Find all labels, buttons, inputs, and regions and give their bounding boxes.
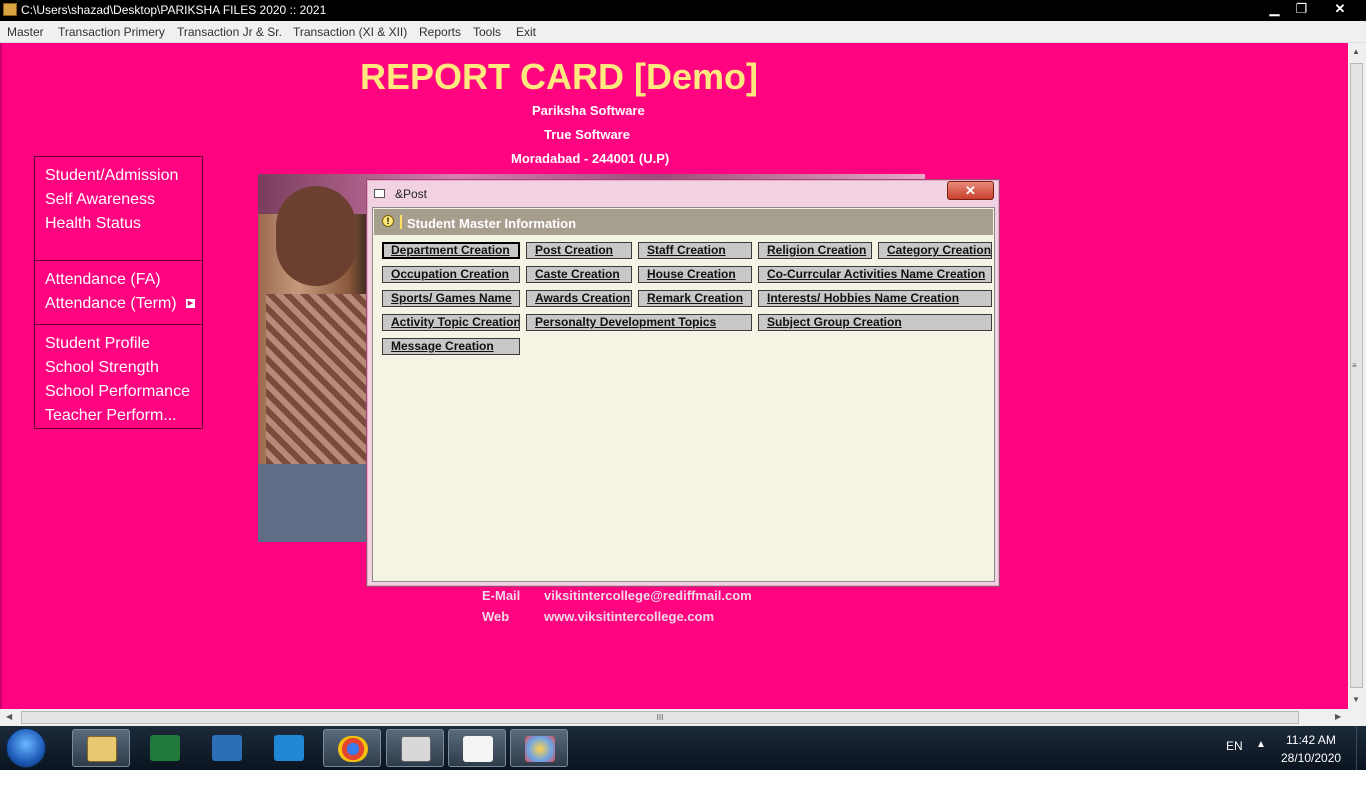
caste-creation-button[interactable]: Caste Creation [526,266,632,283]
category-creation-button[interactable]: Category Creation [878,242,992,259]
taskbar-file-explorer[interactable] [72,729,130,767]
photo-boy-pants [258,464,368,542]
menu-master[interactable]: Master [7,25,44,39]
menu-divider [35,260,202,261]
dialog-close-button[interactable]: ✕ [947,181,994,200]
post-creation-button[interactable]: Post Creation [526,242,632,259]
subtitle-line-3: Moradabad - 244001 (U.P) [511,151,670,166]
religion-creation-button[interactable]: Religion Creation [758,242,872,259]
maximize-button[interactable]: ❐ [1289,0,1314,18]
close-button[interactable]: ✕ [1316,0,1364,18]
show-desktop-button[interactable] [1356,726,1366,770]
minimize-button[interactable]: ▁ [1262,0,1287,18]
scroll-up-icon[interactable]: ▲ [1352,47,1360,56]
header-divider [400,215,402,229]
chrome-icon [338,736,368,762]
menu-transaction-primery[interactable]: Transaction Primery [58,25,165,39]
email-label: E-Mail [482,588,521,603]
menu-tools[interactable]: Tools [473,25,501,39]
photo-boy-shirt [266,294,366,464]
vertical-scrollbar[interactable]: ▲ ≡ ▼ [1348,43,1366,709]
menu-self-awareness[interactable]: Self Awareness [45,191,155,209]
scroll-down-icon[interactable]: ▼ [1352,695,1360,704]
menu-teacher-performance[interactable]: Teacher Perform... [45,407,177,425]
folder-icon [463,736,493,762]
menu-transaction-xi-xii[interactable]: Transaction (XI & XII) [293,25,407,39]
dialog-header: ! Student Master Information [374,209,993,235]
subtitle-line-2: True Software [544,127,630,142]
cocurricular-activities-button[interactable]: Co-Currcular Activities Name Creation [758,266,992,283]
menu-transaction-jr-sr[interactable]: Transaction Jr & Sr. [177,25,282,39]
dialog-title: &Post [395,187,428,201]
interests-hobbies-button[interactable]: Interests/ Hobbies Name Creation [758,290,992,307]
photo-boy-face [276,186,356,286]
dialog-body: ! Student Master Information Department … [372,207,995,582]
language-indicator[interactable]: EN [1226,739,1243,753]
dialog-header-title: Student Master Information [407,216,577,231]
web-label: Web [482,609,510,624]
menu-exit[interactable]: Exit [516,25,536,39]
vertical-scroll-thumb[interactable] [1350,63,1363,688]
menubar: Master Transaction Primery Transaction J… [0,21,1366,43]
submenu-arrow-icon: ▶ [186,299,195,308]
menu-school-strength[interactable]: School Strength [45,359,159,377]
scroll-left-icon[interactable]: ◀ [6,712,12,721]
app-icon [212,735,242,761]
menu-attendance-term[interactable]: Attendance (Term) [45,295,177,313]
paint-icon [525,736,555,762]
taskbar-paint[interactable] [510,729,568,767]
subject-group-button[interactable]: Subject Group Creation [758,314,992,331]
page-title: REPORT CARD [Demo] [360,56,759,97]
tray-expand-icon[interactable]: ▲ [1256,739,1266,750]
message-creation-button[interactable]: Message Creation [382,338,520,355]
subtitle-line-1: Pariksha Software [532,103,645,118]
taskbar-app[interactable] [198,729,256,767]
taskbar-folder[interactable] [448,729,506,767]
excel-icon [150,735,180,761]
menu-student-profile[interactable]: Student Profile [45,335,150,353]
taskbar-tool[interactable] [386,729,444,767]
clock-date[interactable]: 28/10/2020 [1281,751,1341,765]
personality-development-button[interactable]: Personalty Development Topics [526,314,752,331]
web-value: www.viksitintercollege.com [544,609,715,624]
awards-creation-button[interactable]: Awards Creation [526,290,632,307]
start-button[interactable] [6,728,46,768]
menu-attendance-fa[interactable]: Attendance (FA) [45,271,161,289]
info-icon: ! [382,215,394,227]
clock-time[interactable]: 11:42 AM [1286,733,1336,747]
staff-creation-button[interactable]: Staff Creation [638,242,752,259]
taskbar-chrome[interactable] [323,729,381,767]
window-titlebar: C:\Users\shazad\Desktop\PARIKSHA FILES 2… [0,0,1366,21]
window-title: C:\Users\shazad\Desktop\PARIKSHA FILES 2… [21,3,327,17]
menu-divider [35,324,202,325]
file-explorer-icon [87,736,117,762]
remark-creation-button[interactable]: Remark Creation [638,290,752,307]
scroll-right-icon[interactable]: ▶ [1335,712,1341,721]
horizontal-scroll-thumb[interactable]: III [21,711,1299,724]
department-creation-button[interactable]: Department Creation [382,242,520,259]
tool-icon [401,736,431,762]
menu-reports[interactable]: Reports [419,25,461,39]
house-creation-button[interactable]: House Creation [638,266,752,283]
menu-health-status[interactable]: Health Status [45,215,141,233]
horizontal-scrollbar[interactable]: ◀ III ▶ [0,709,1348,726]
vertical-grip-icon: ≡ [1352,361,1357,370]
activity-topic-button[interactable]: Activity Topic Creation [382,314,520,331]
taskbar-excel[interactable] [136,729,194,767]
occupation-creation-button[interactable]: Occupation Creation [382,266,520,283]
post-dialog: &Post ✕ ! Student Master Information Dep… [366,179,1000,587]
vscode-icon [274,735,304,761]
dialog-window-icon [374,189,385,198]
taskbar: EN ▲ 11:42 AM 28/10/2020 [0,726,1366,770]
app-folder-icon [3,3,17,16]
left-menu: Student/Admission Self Awareness Health … [34,156,203,429]
sports-games-button[interactable]: Sports/ Games Name [382,290,520,307]
scrollbar-corner [1348,709,1366,726]
email-value: viksitintercollege@rediffmail.com [544,588,752,603]
menu-student-admission[interactable]: Student/Admission [45,167,178,185]
menu-school-performance[interactable]: School Performance [45,383,190,401]
taskbar-vscode[interactable] [260,729,318,767]
